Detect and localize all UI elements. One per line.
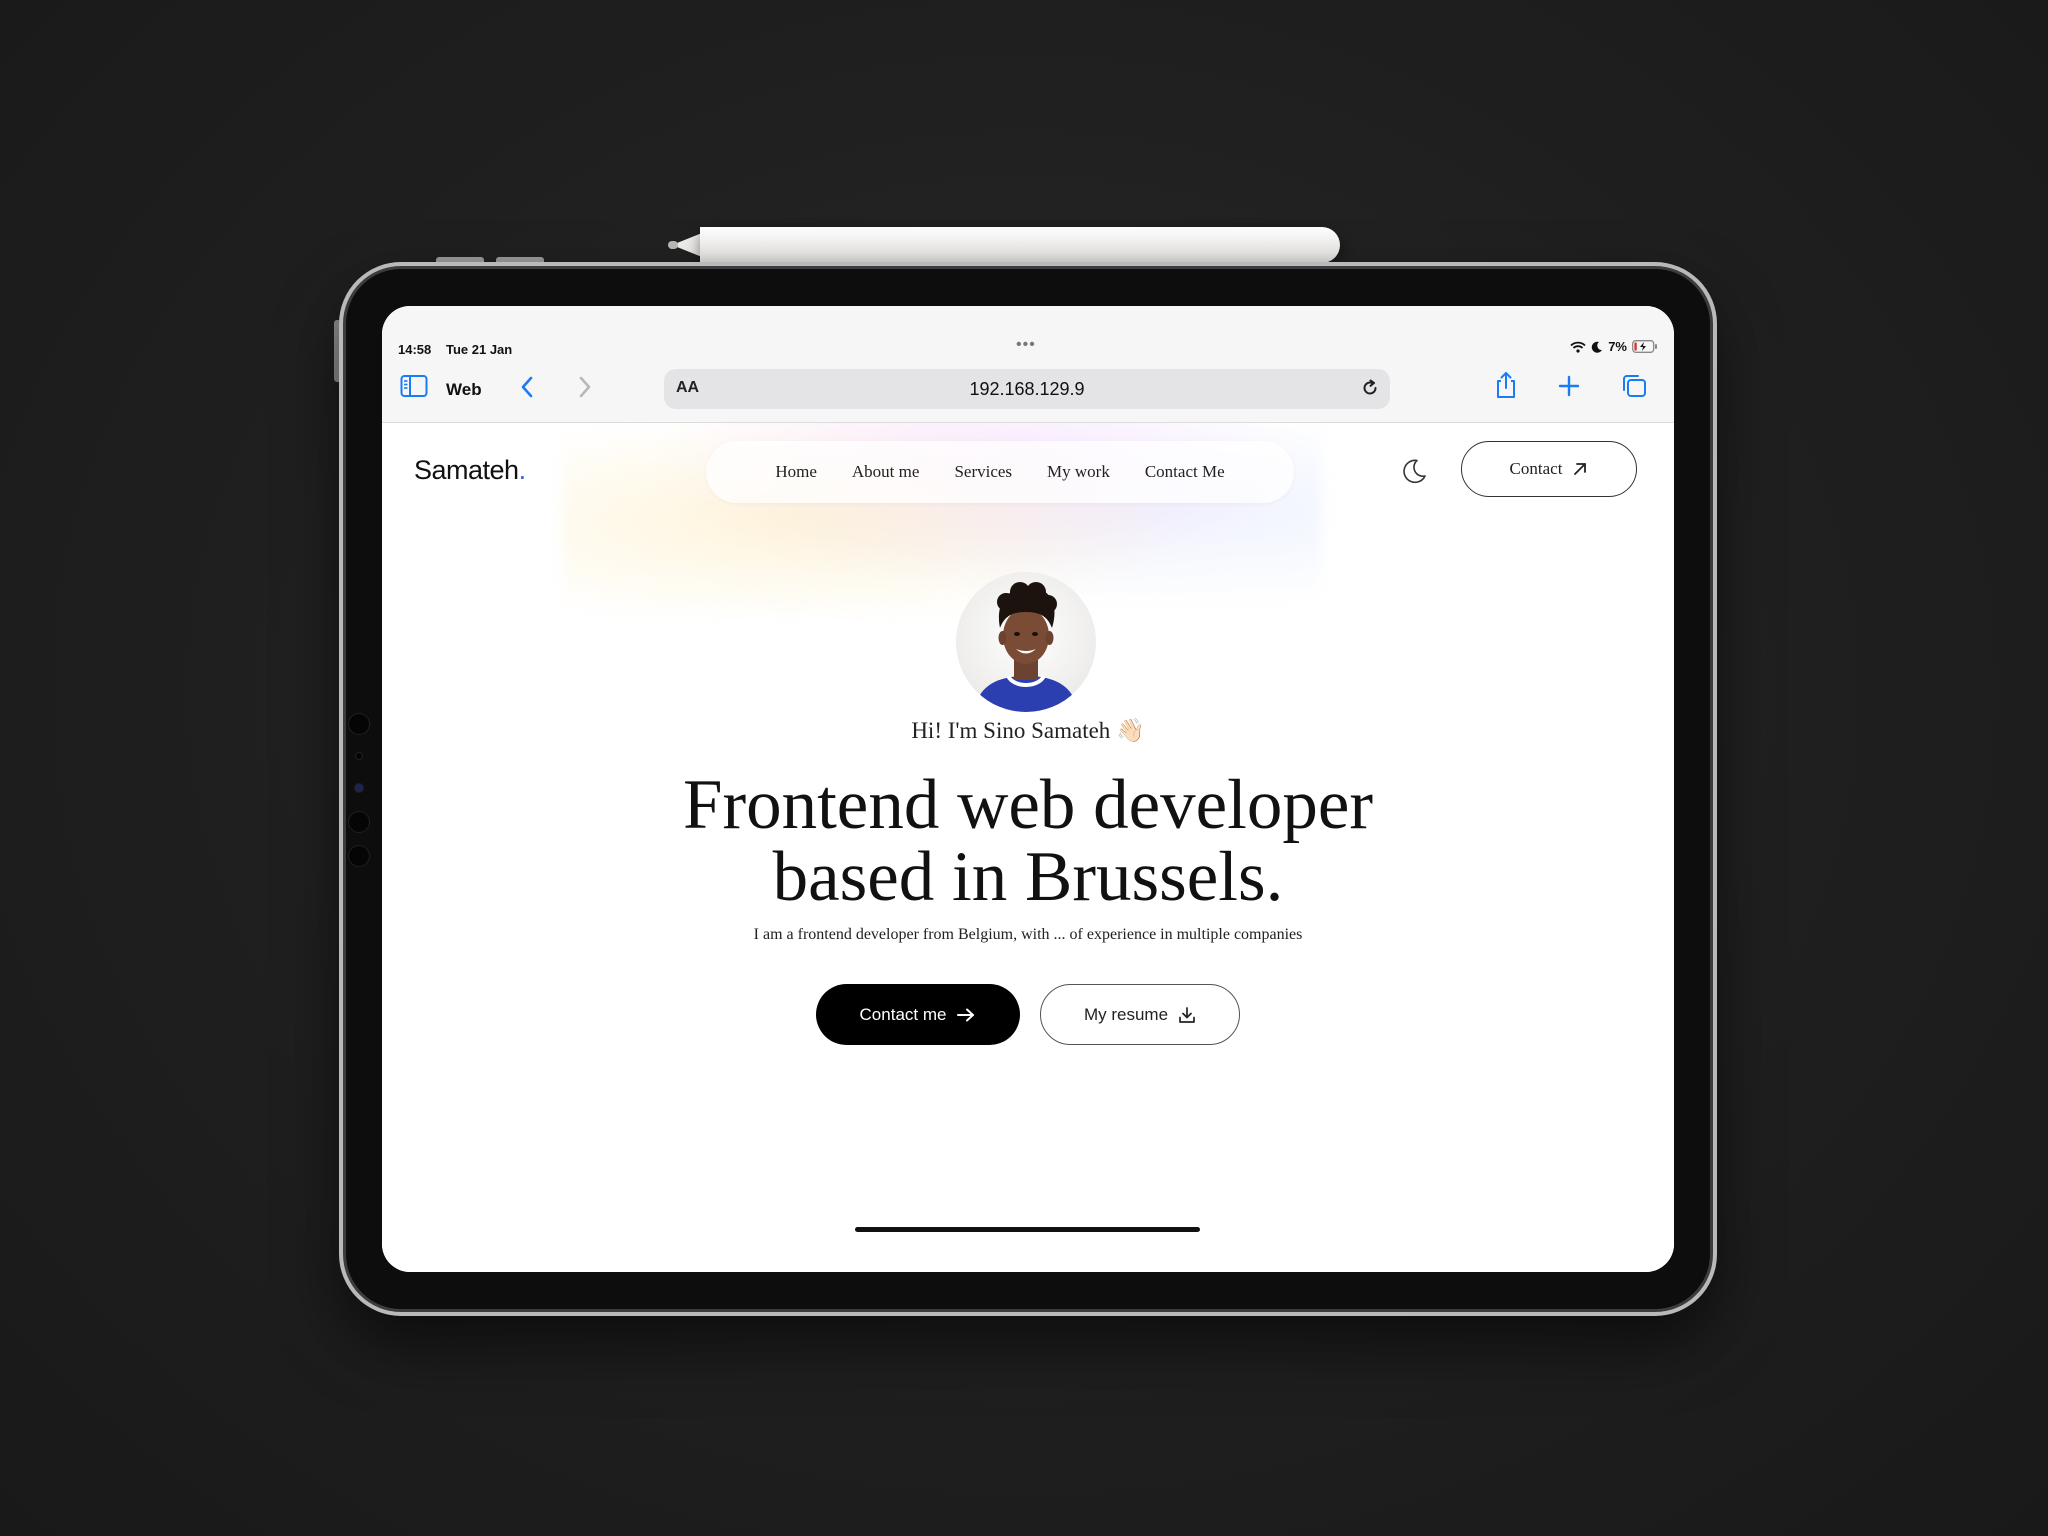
greeting-text: Hi! I'm Sino Samateh [911,718,1111,743]
address-bar[interactable]: AA 192.168.129.9 [664,369,1390,409]
safari-toolbar: 14:58 Tue 21 Jan ••• 7% Web AA 192.168.1… [382,306,1674,423]
battery-charging-icon [1632,340,1657,353]
nav-home[interactable]: Home [775,462,817,482]
sensor-dot [356,753,362,759]
site-logo-dot: . [518,455,527,485]
headline-line-1: Frontend web developer [682,766,1374,844]
share-icon[interactable] [1494,370,1518,400]
site-logo[interactable]: Samateh. [414,455,526,486]
dark-mode-toggle-icon[interactable] [1400,457,1428,490]
pencil-nib [668,241,678,249]
contact-me-label: Contact me [859,1004,947,1024]
camera-lens [355,784,363,792]
status-date: Tue 21 Jan [446,342,513,357]
nav-about-me[interactable]: About me [852,462,920,482]
hero-description: I am a frontend developer from Belgium, … [753,926,1303,943]
forward-icon[interactable] [578,376,592,398]
url-text: 192.168.129.9 [969,379,1085,399]
header-contact-label: Contact [1509,459,1563,478]
home-indicator[interactable] [855,1227,1200,1232]
profile-avatar [956,572,1096,712]
camera-dot [349,714,369,734]
header-contact-button[interactable]: Contact [1461,441,1637,497]
arrow-up-right-icon [1574,463,1587,475]
sidebar-toggle-icon[interactable] [400,374,428,398]
tab-overview-icon[interactable] [1620,373,1648,399]
waving-hand-icon: 👋🏻 [1116,718,1145,743]
tab-group-label[interactable]: Web [446,380,482,400]
download-icon [1179,1006,1195,1023]
nav-contact-me[interactable]: Contact Me [1145,462,1225,482]
nav-services[interactable]: Services [954,462,1012,482]
contact-me-button[interactable]: Contact me [816,984,1020,1045]
back-icon[interactable] [520,376,534,398]
multitasking-dots-icon[interactable]: ••• [1016,336,1036,354]
battery-percent: 7% [1608,339,1627,354]
my-resume-button[interactable]: My resume [1040,984,1240,1045]
hero-headline: Frontend web developer based in Brussels… [382,769,1674,913]
arrow-right-icon [957,1008,975,1021]
main-nav: Home About me Services My work Contact M… [706,441,1294,503]
focus-moon-icon [1591,341,1603,353]
status-time: 14:58 [398,342,432,357]
my-resume-label: My resume [1083,1004,1169,1024]
headline-line-2: based in Brussels. [772,838,1284,916]
nav-my-work[interactable]: My work [1047,462,1110,482]
hero-greeting: Hi! I'm Sino Samateh 👋🏻 [382,717,1674,744]
new-tab-icon[interactable] [1558,375,1580,397]
wifi-icon [1570,341,1586,353]
site-logo-text: Samateh [414,455,519,485]
reload-icon[interactable] [1360,378,1380,403]
camera-dot [349,846,369,866]
portfolio-page: Samateh. Home About me Services My work … [382,423,1674,1272]
apple-pencil [700,227,1340,263]
camera-dot [349,812,369,832]
ipad-device: 14:58 Tue 21 Jan ••• 7% Web AA 192.168.1… [339,262,1717,1316]
status-indicators: 7% [1570,339,1658,354]
ipad-screen: 14:58 Tue 21 Jan ••• 7% Web AA 192.168.1… [382,306,1674,1272]
